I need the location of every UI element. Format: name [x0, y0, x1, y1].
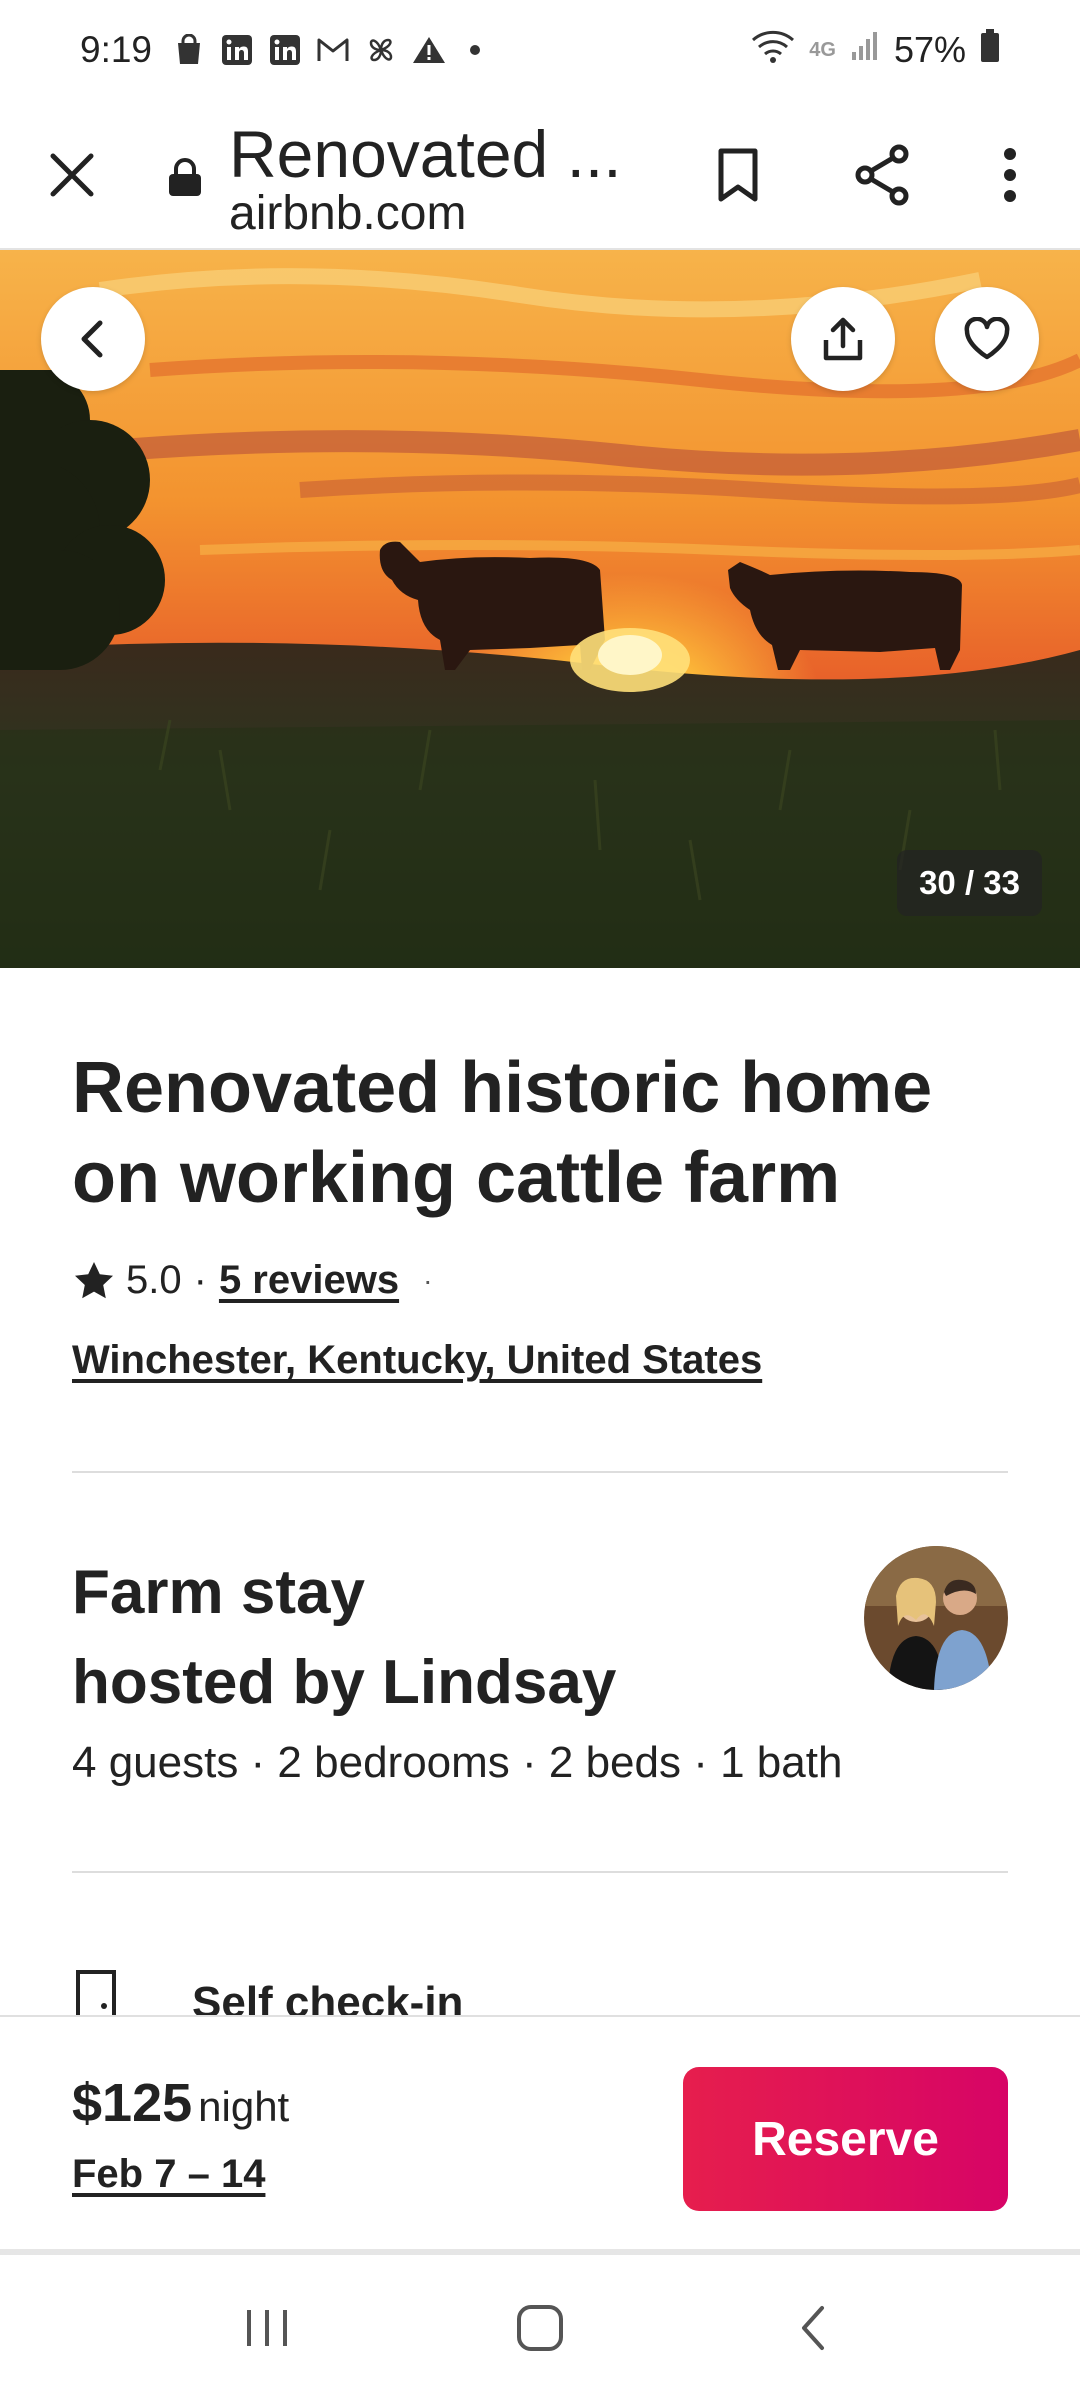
nav-back-icon [802, 2305, 825, 2350]
reviews-link[interactable]: 5 reviews [219, 1258, 399, 1303]
gmail-icon [316, 33, 350, 67]
listing-photo[interactable]: 30 / 33 [0, 250, 1080, 968]
shopping-bag-icon [172, 33, 206, 67]
recents-icon [246, 2309, 287, 2346]
linkedin-icon-2 [268, 33, 302, 67]
linkedin-icon [220, 33, 254, 67]
close-tab-button[interactable] [22, 100, 122, 250]
lock-icon [169, 158, 201, 196]
host-heading: Farm stay hosted by Lindsay [72, 1548, 832, 1728]
listing-specs: 4 guests · 2 bedrooms · 2 beds · 1 bath [72, 1738, 843, 1787]
browser-toolbar: Renovated ... airbnb.com [0, 100, 1080, 250]
photo-counter: 30 / 33 [897, 850, 1042, 916]
booking-footer: $125 night Feb 7 – 14 Reserve [0, 2015, 1080, 2255]
battery-icon [980, 28, 1000, 72]
warning-icon [412, 33, 446, 67]
browser-domain: airbnb.com [229, 187, 467, 240]
url-text: Renovated ... airbnb.com [229, 118, 622, 238]
battery-percent: 57% [893, 29, 966, 70]
heart-icon [964, 317, 1010, 360]
network-type: 4G [809, 38, 836, 61]
rating-separator: · [193, 1258, 207, 1302]
dates-link[interactable]: Feb 7 – 14 [72, 2152, 265, 2197]
share-listing-button[interactable] [791, 287, 895, 391]
share-icon [855, 144, 909, 206]
price: $125 night [72, 2072, 289, 2134]
system-back-button[interactable] [753, 2268, 873, 2388]
reviews-trailing-dot: · [423, 1264, 433, 1296]
home-button[interactable] [480, 2268, 600, 2388]
host-heading-line1: Farm stay [72, 1558, 365, 1627]
bookmark-icon [718, 148, 758, 202]
url-bar[interactable]: Renovated ... airbnb.com [165, 108, 645, 248]
price-per: night [198, 2083, 290, 2130]
rating-value: 5.0 [126, 1258, 182, 1302]
host-heading-line2: hosted by Lindsay [72, 1648, 617, 1717]
status-left: 9:19 [80, 29, 481, 71]
bookmark-button[interactable] [688, 100, 788, 250]
close-icon [50, 153, 94, 197]
more-vert-icon [1004, 148, 1016, 202]
reserve-button[interactable]: Reserve [683, 2067, 1008, 2211]
status-right: 4G 57% [751, 28, 1000, 73]
browser-page-title: Renovated ... [229, 117, 622, 191]
divider [72, 1471, 1008, 1473]
status-time: 9:19 [80, 29, 153, 70]
system-nav-bar [0, 2255, 1080, 2400]
divider-2 [72, 1871, 1008, 1873]
signal-icon [850, 29, 880, 71]
home-icon [516, 2304, 563, 2351]
price-value: $125 [72, 2073, 193, 2133]
status-bar: 9:19 4G 57% [0, 0, 1080, 100]
location-link[interactable]: Winchester, Kentucky, United States [72, 1338, 762, 1383]
host-photo [864, 1546, 1008, 1690]
share-button[interactable] [832, 100, 932, 250]
more-options-button[interactable] [960, 100, 1060, 250]
host-avatar[interactable] [864, 1546, 1008, 1690]
star-icon [75, 1261, 113, 1298]
pinwheel-icon [364, 33, 398, 67]
upload-share-icon [823, 317, 863, 361]
save-heart-button[interactable] [935, 287, 1039, 391]
listing-title: Renovated historic home on working cattl… [72, 1048, 933, 1218]
rating-row: 5.0 · 5 reviews · [72, 1258, 432, 1303]
back-icon [81, 320, 103, 358]
back-button[interactable] [41, 287, 145, 391]
wifi-icon [751, 28, 795, 73]
recents-button[interactable] [207, 2268, 327, 2388]
notification-dot-icon [470, 45, 481, 55]
